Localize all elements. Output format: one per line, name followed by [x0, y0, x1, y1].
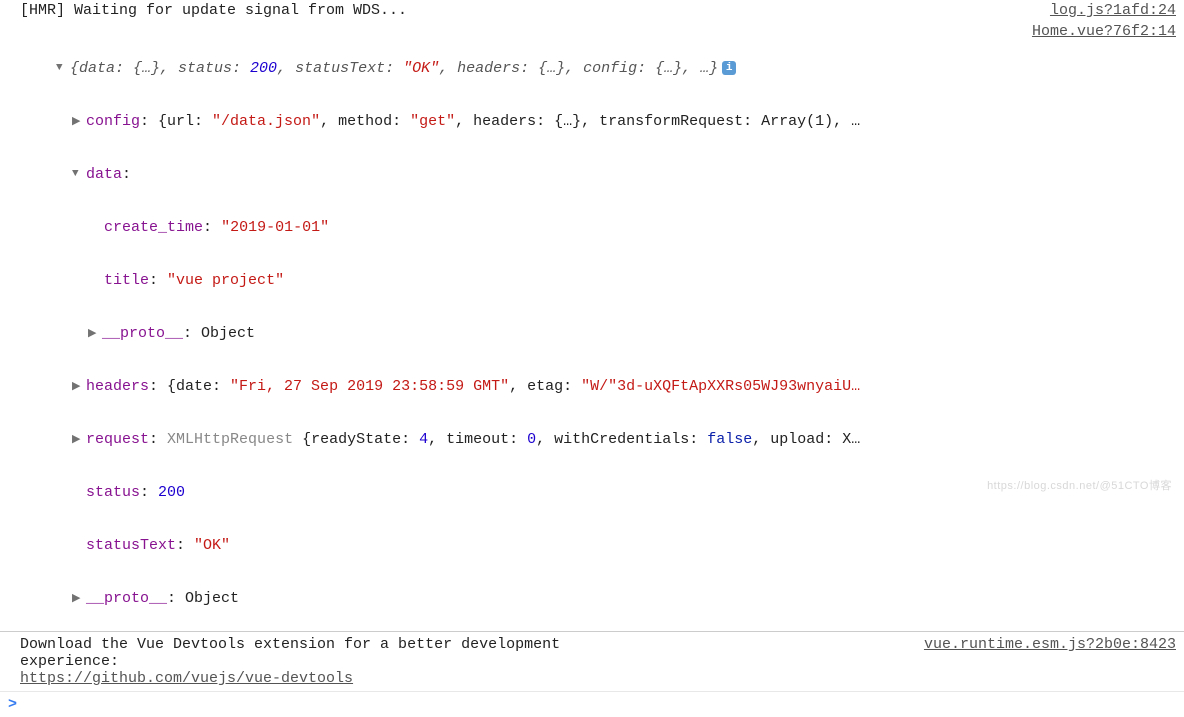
chevron-right-icon[interactable]: ▶ [72, 591, 84, 605]
statustext-key: statusText [86, 537, 176, 554]
config-url: "/data.json" [212, 113, 320, 130]
proto-key: __proto__ [86, 590, 167, 607]
log-hmr: [HMR] Waiting for update signal from WDS… [0, 0, 1184, 21]
proto-key: __proto__ [102, 325, 183, 342]
statustext-line: statusText: "OK" [20, 519, 1176, 572]
chevron-down-icon[interactable]: ▼ [56, 62, 68, 74]
status-key: status [86, 484, 140, 501]
create-time-value: "2019-01-01" [221, 219, 329, 236]
config-method: "get" [410, 113, 455, 130]
statustext-value: "OK" [194, 537, 230, 554]
config-key: config [86, 113, 140, 130]
title-key: title [104, 272, 149, 289]
devtools-message: Download the Vue Devtools extension for … [20, 636, 916, 687]
text: , etag: [509, 378, 581, 395]
chevron-right-icon[interactable]: ▶ [72, 432, 84, 446]
text: , withCredentials: [536, 431, 707, 448]
data-proto-line[interactable]: ▶__proto__: Object [20, 307, 1176, 360]
title-value: "vue project" [167, 272, 284, 289]
status-value: 200 [158, 484, 185, 501]
chevron-down-icon[interactable]: ▼ [72, 168, 84, 180]
chevron-right-icon[interactable]: ▶ [72, 379, 84, 393]
headers-etag: "W/"3d-uXQFtApXXRs05WJ93wnyaiU… [581, 378, 860, 395]
log-message: [HMR] Waiting for update signal from WDS… [20, 2, 1042, 19]
text: : {date: [149, 378, 230, 395]
devtools-text1: Download the Vue Devtools extension for … [20, 636, 560, 653]
source-link[interactable]: log.js?1afd:24 [1042, 2, 1176, 19]
info-icon[interactable]: i [722, 61, 736, 75]
title-line: title: "vue project" [20, 254, 1176, 307]
summary-text: , statusText: [277, 60, 403, 77]
devtools-message-row: Download the Vue Devtools extension for … [0, 632, 1184, 692]
request-key: request [86, 431, 149, 448]
devtools-text2: experience: [20, 653, 119, 670]
text: , headers: {…}, transformRequest: Array(… [455, 113, 860, 130]
proto-value: : Object [167, 590, 239, 607]
object-summary-line[interactable]: ▼{data: {…}, status: 200, statusText: "O… [20, 42, 1176, 95]
readystate: 4 [419, 431, 428, 448]
prompt-chevron-icon: > [8, 696, 17, 713]
watermark: https://blog.csdn.net/@51CTO博客 [987, 477, 1172, 493]
proto-value: : Object [183, 325, 255, 342]
object-tree: ▼{data: {…}, status: 200, statusText: "O… [0, 42, 1184, 632]
headers-date: "Fri, 27 Sep 2019 23:58:59 GMT" [230, 378, 509, 395]
text: , timeout: [428, 431, 527, 448]
devtools-link[interactable]: https://github.com/vuejs/vue-devtools [20, 670, 353, 687]
text: , upload: X… [752, 431, 860, 448]
create-time-line: create_time: "2019-01-01" [20, 201, 1176, 254]
withcredentials: false [707, 431, 752, 448]
chevron-right-icon[interactable]: ▶ [72, 114, 84, 128]
text: , method: [320, 113, 410, 130]
text: : [149, 431, 167, 448]
create-time-key: create_time [104, 219, 203, 236]
colon: : [122, 166, 131, 183]
text: {readyState: [293, 431, 419, 448]
log-object-header: Home.vue?76f2:14 [0, 21, 1184, 42]
headers-line[interactable]: ▶headers: {date: "Fri, 27 Sep 2019 23:58… [20, 360, 1176, 413]
config-line[interactable]: ▶config: {url: "/data.json", method: "ge… [20, 95, 1176, 148]
request-line[interactable]: ▶request: XMLHttpRequest {readyState: 4,… [20, 413, 1176, 466]
summary-text: {data: {…}, status: [70, 60, 250, 77]
console-prompt[interactable]: > [0, 692, 1184, 717]
summary-status: 200 [250, 60, 277, 77]
request-class: XMLHttpRequest [167, 431, 293, 448]
chevron-right-icon[interactable]: ▶ [88, 326, 100, 340]
data-key: data [86, 166, 122, 183]
proto-line[interactable]: ▶__proto__: Object [20, 572, 1176, 625]
data-line[interactable]: ▼data: [20, 148, 1176, 201]
text: : {url: [140, 113, 212, 130]
summary-text: , headers: {…}, config: {…}, …} [439, 60, 718, 77]
timeout: 0 [527, 431, 536, 448]
headers-key: headers [86, 378, 149, 395]
summary-statustext: "OK" [403, 60, 439, 77]
source-link[interactable]: Home.vue?76f2:14 [1024, 23, 1176, 40]
source-link[interactable]: vue.runtime.esm.js?2b0e:8423 [916, 636, 1176, 653]
